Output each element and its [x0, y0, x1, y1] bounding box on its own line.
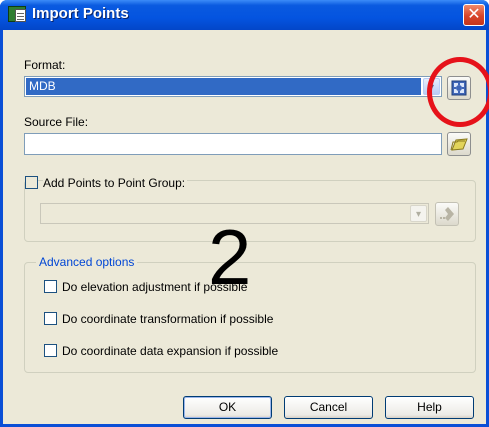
elevation-adjustment-checkbox[interactable] [44, 280, 57, 293]
close-icon: ✕ [467, 6, 481, 23]
create-point-group-button[interactable] [435, 202, 459, 226]
coordinate-transformation-label: Do coordinate transformation if possible [62, 312, 274, 326]
title-bar[interactable]: Import Points ✕ [0, 0, 489, 30]
coordinate-data-expansion-label: Do coordinate data expansion if possible [62, 344, 279, 358]
help-button[interactable]: Help [385, 396, 474, 419]
annotation-step-number: 2 [208, 213, 252, 301]
advanced-options-legend: Advanced options [36, 255, 138, 269]
import-points-app-icon [8, 6, 26, 22]
format-label: Format: [24, 58, 66, 72]
format-dropdown[interactable]: MDB ▾ [24, 76, 442, 97]
cancel-button[interactable]: Cancel [284, 396, 373, 419]
close-button[interactable]: ✕ [463, 4, 485, 26]
ok-button[interactable]: OK [183, 396, 272, 419]
add-to-point-group-label: Add Points to Point Group: [43, 176, 188, 190]
annotation-highlight-circle [427, 57, 489, 127]
format-selected-value: MDB [26, 78, 421, 95]
browse-source-file-button[interactable] [447, 132, 471, 156]
window-title: Import Points [32, 5, 129, 22]
coordinate-data-expansion-checkbox[interactable] [44, 344, 57, 357]
source-file-input[interactable] [24, 133, 442, 155]
source-file-label: Source File: [24, 115, 89, 129]
coordinate-transformation-checkbox[interactable] [44, 312, 57, 325]
chevron-down-icon: ▾ [415, 209, 422, 220]
add-group-icon [440, 207, 454, 221]
folder-icon [450, 138, 468, 151]
point-group-dropdown-arrow[interactable]: ▾ [410, 205, 427, 222]
add-to-point-group-checkbox[interactable] [25, 176, 38, 189]
